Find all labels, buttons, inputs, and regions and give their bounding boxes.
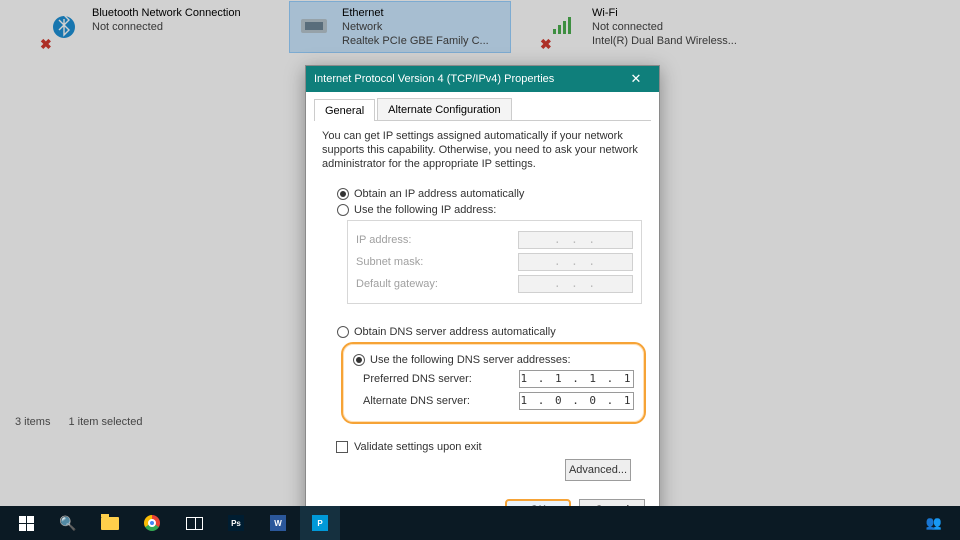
advanced-button[interactable]: Advanced... (565, 459, 631, 481)
radio-icon (337, 204, 349, 216)
search-icon[interactable]: 🔍 (48, 506, 88, 540)
status-bar: 3 items1 item selected (15, 416, 142, 428)
radio-dns-auto[interactable]: Obtain DNS server address automatically (337, 326, 642, 338)
dialog-title: Internet Protocol Version 4 (TCP/IPv4) P… (314, 73, 621, 85)
checkbox-validate[interactable]: Validate settings upon exit (336, 441, 643, 453)
close-icon[interactable]: ✕ (621, 71, 651, 87)
adapter-name: Ethernet (342, 6, 489, 20)
taskbar-publisher[interactable]: P (300, 506, 340, 540)
checkbox-icon (336, 441, 348, 453)
radio-ip-manual[interactable]: Use the following IP address: (337, 204, 642, 216)
adapter-wifi[interactable]: ✖ Wi-Fi Not connected Intel(R) Dual Band… (540, 2, 760, 52)
label-alternate-dns: Alternate DNS server: (363, 395, 519, 407)
input-default-gateway: . . . (518, 275, 633, 293)
taskbar-file-explorer[interactable] (90, 506, 130, 540)
adapter-bluetooth[interactable]: ✖ Bluetooth Network Connection Not conne… (40, 2, 260, 52)
tab-general[interactable]: General (314, 99, 375, 121)
dns-highlight: Use the following DNS server addresses: … (341, 342, 646, 424)
radio-icon (337, 188, 349, 200)
ethernet-icon (297, 15, 331, 39)
bluetooth-icon (50, 13, 78, 41)
taskbar: 🔍 Ps W P 👥 (0, 506, 960, 540)
adapter-device: Realtek PCIe GBE Family C... (342, 34, 489, 48)
input-alternate-dns[interactable]: 1 . 0 . 0 . 1 (519, 392, 634, 410)
radio-icon (353, 354, 365, 366)
adapter-device: Intel(R) Dual Band Wireless... (592, 34, 737, 48)
radio-ip-auto[interactable]: Obtain an IP address automatically (337, 188, 642, 200)
ipv4-properties-dialog: Internet Protocol Version 4 (TCP/IPv4) P… (305, 65, 660, 534)
taskbar-chrome[interactable] (132, 506, 172, 540)
adapter-status: Not connected (92, 20, 241, 34)
adapter-status: Network (342, 20, 489, 34)
error-icon: ✖ (40, 36, 54, 50)
input-preferred-dns[interactable]: 1 . 1 . 1 . 1 (519, 370, 634, 388)
label-ip: IP address: (356, 234, 518, 246)
adapter-ethernet[interactable]: Ethernet Network Realtek PCIe GBE Family… (290, 2, 510, 52)
start-button[interactable] (6, 506, 46, 540)
input-ip-address: . . . (518, 231, 633, 249)
taskbar-word[interactable]: W (258, 506, 298, 540)
adapter-status: Not connected (592, 20, 737, 34)
input-subnet-mask: . . . (518, 253, 633, 271)
radio-dns-manual[interactable]: Use the following DNS server addresses: (353, 354, 634, 366)
error-icon: ✖ (540, 36, 554, 50)
wifi-icon (550, 15, 578, 39)
adapter-name: Wi-Fi (592, 6, 737, 20)
taskbar-taskview[interactable] (174, 506, 214, 540)
radio-icon (337, 326, 349, 338)
label-subnet: Subnet mask: (356, 256, 518, 268)
tab-alternate-config[interactable]: Alternate Configuration (377, 98, 512, 120)
label-preferred-dns: Preferred DNS server: (363, 373, 519, 385)
adapter-name: Bluetooth Network Connection (92, 6, 241, 20)
taskbar-photoshop[interactable]: Ps (216, 506, 256, 540)
intro-text: You can get IP settings assigned automat… (322, 129, 643, 171)
label-gateway: Default gateway: (356, 278, 518, 290)
tray-people-icon[interactable]: 👥 (914, 506, 954, 540)
